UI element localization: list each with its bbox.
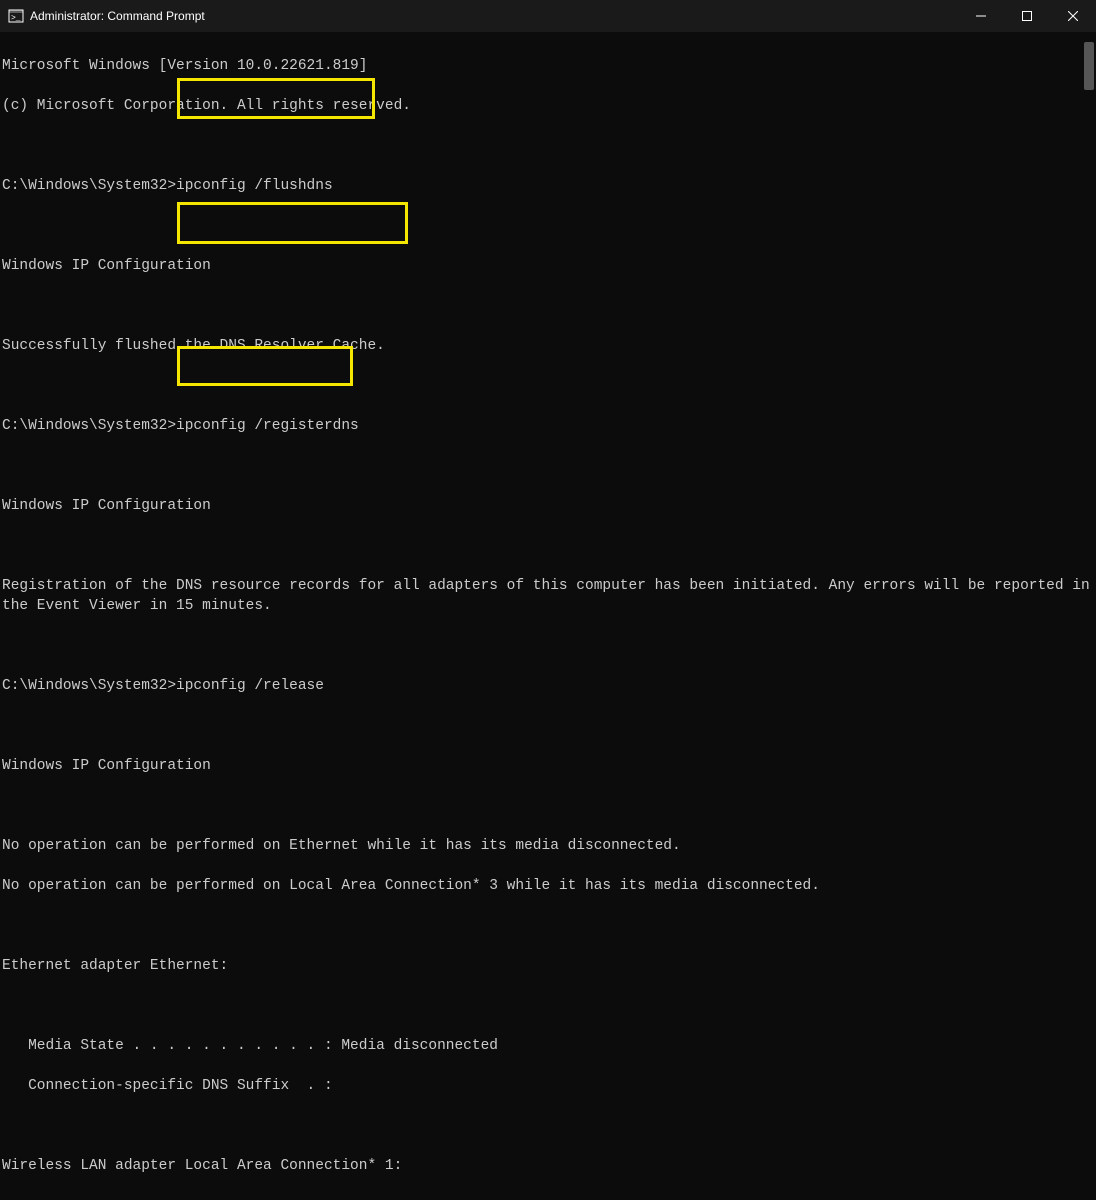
blank-line bbox=[2, 916, 1094, 936]
dns-suffix-line: Connection-specific DNS Suffix . : bbox=[2, 1076, 1094, 1096]
blank-line bbox=[2, 796, 1094, 816]
release-line-2: No operation can be performed on Local A… bbox=[2, 876, 1094, 896]
blank-line bbox=[2, 996, 1094, 1016]
media-state-line: Media State . . . . . . . . . . . : Medi… bbox=[2, 1036, 1094, 1056]
blank-line bbox=[2, 636, 1094, 656]
blank-line bbox=[2, 216, 1094, 236]
blank-line bbox=[2, 1116, 1094, 1136]
window-controls bbox=[958, 0, 1096, 32]
prompt-line-1: C:\Windows\System32>ipconfig /flushdns bbox=[2, 176, 1094, 196]
titlebar[interactable]: >_ Administrator: Command Prompt bbox=[0, 0, 1096, 32]
prompt-text: C:\Windows\System32> bbox=[2, 178, 176, 194]
close-button[interactable] bbox=[1050, 0, 1096, 32]
maximize-button[interactable] bbox=[1004, 0, 1050, 32]
version-line: Microsoft Windows [Version 10.0.22621.81… bbox=[2, 56, 1094, 76]
register-result: Registration of the DNS resource records… bbox=[2, 576, 1094, 616]
prompt-text: C:\Windows\System32> bbox=[2, 678, 176, 694]
command-1: ipconfig /flushdns bbox=[176, 178, 333, 194]
ethernet-adapter-header: Ethernet adapter Ethernet: bbox=[2, 956, 1094, 976]
command-3: ipconfig /release bbox=[176, 678, 324, 694]
wlan-adapter-header: Wireless LAN adapter Local Area Connecti… bbox=[2, 1156, 1094, 1176]
terminal-output[interactable]: Microsoft Windows [Version 10.0.22621.81… bbox=[0, 32, 1096, 1200]
command-2: ipconfig /registerdns bbox=[176, 418, 359, 434]
blank-line bbox=[2, 536, 1094, 556]
cmd-icon: >_ bbox=[8, 8, 24, 24]
blank-line bbox=[2, 716, 1094, 736]
window-title: Administrator: Command Prompt bbox=[30, 9, 958, 23]
ipconfig-header: Windows IP Configuration bbox=[2, 496, 1094, 516]
release-line-1: No operation can be performed on Etherne… bbox=[2, 836, 1094, 856]
blank-line bbox=[2, 456, 1094, 476]
ipconfig-header: Windows IP Configuration bbox=[2, 256, 1094, 276]
blank-line bbox=[2, 136, 1094, 156]
blank-line bbox=[2, 296, 1094, 316]
scrollbar-thumb[interactable] bbox=[1084, 42, 1094, 90]
prompt-line-2: C:\Windows\System32>ipconfig /registerdn… bbox=[2, 416, 1094, 436]
copyright-line: (c) Microsoft Corporation. All rights re… bbox=[2, 96, 1094, 116]
ipconfig-header: Windows IP Configuration bbox=[2, 756, 1094, 776]
prompt-line-3: C:\Windows\System32>ipconfig /release bbox=[2, 676, 1094, 696]
prompt-text: C:\Windows\System32> bbox=[2, 418, 176, 434]
svg-text:>_: >_ bbox=[11, 14, 21, 23]
minimize-button[interactable] bbox=[958, 0, 1004, 32]
flush-result: Successfully flushed the DNS Resolver Ca… bbox=[2, 336, 1094, 356]
blank-line bbox=[2, 376, 1094, 396]
